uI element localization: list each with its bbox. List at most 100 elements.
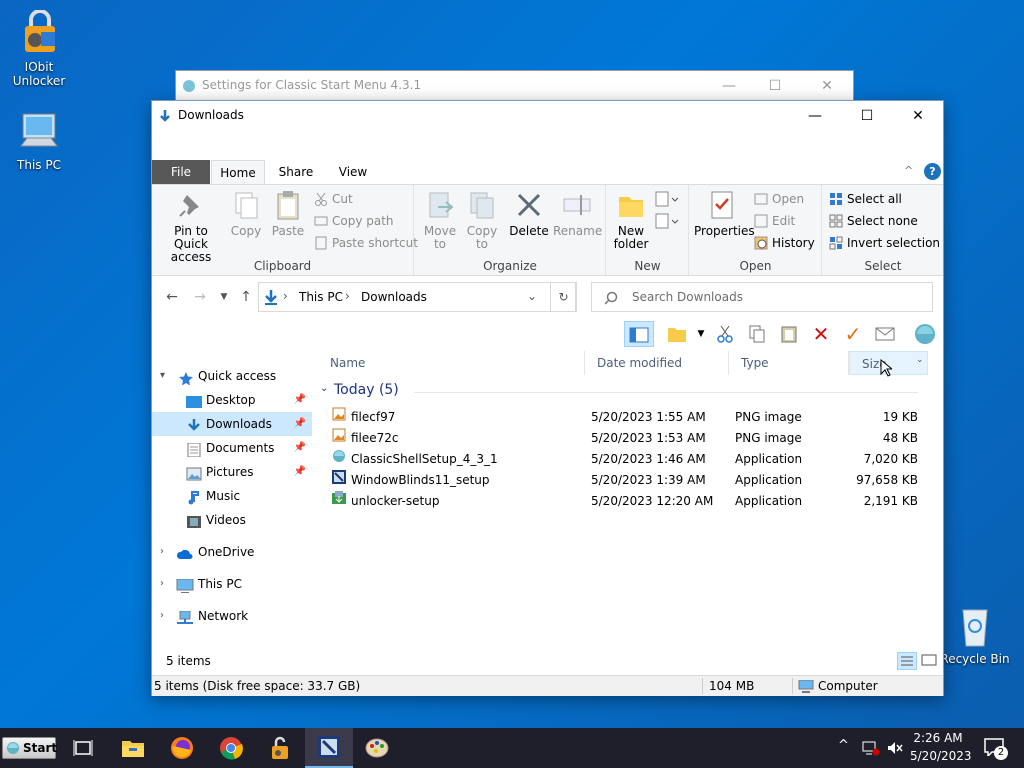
background-settings-window[interactable]: Settings for Classic Start Menu 4.3.1 — … [175,70,854,102]
taskbar-file-explorer[interactable] [109,728,157,768]
delete-button[interactable]: Delete [509,189,549,238]
file-row[interactable]: WindowBlinds11_setup 5/20/2023 1:39 AM A… [318,470,918,491]
group-header-today[interactable]: ⌄ Today (5) [318,381,928,403]
search-input[interactable]: Search Downloads [591,282,933,312]
tab-home[interactable]: Home [211,160,265,185]
volume-muted-icon[interactable] [886,740,904,756]
breadcrumb-this-pc[interactable]: This PC [299,290,343,304]
paste-button[interactable]: Paste [270,189,306,238]
open-button[interactable]: Open [754,189,804,209]
invert-selection-button[interactable]: Invert selection [829,233,940,253]
taskbar-paint[interactable] [354,728,402,768]
column-header-name[interactable]: Name [318,351,585,375]
desktop-icon-this-pc[interactable]: This PC [0,108,78,172]
nav-videos[interactable]: Videos [152,508,312,532]
copy-path-button[interactable]: Copy path [314,211,394,231]
network-status-icon[interactable] [862,740,880,756]
collapse-ribbon-button[interactable]: ^ [904,164,913,177]
taskbar-windowblinds[interactable] [305,728,353,768]
new-item-icon[interactable] [655,191,679,210]
nav-documents[interactable]: Documents 📌 [152,436,312,460]
large-icons-view-button[interactable] [920,652,940,670]
nav-this-pc[interactable]: › This PC [152,572,312,596]
rename-button[interactable]: Rename [553,189,602,238]
dropdown-chevron-icon[interactable]: ▼ [688,321,714,347]
group-collapse-chevron-icon[interactable]: ⌄ [320,383,328,394]
file-row[interactable]: unlocker-setup 5/20/2023 12:20 AM Applic… [318,491,918,512]
new-folder-button[interactable]: New folder [611,189,651,251]
email-icon[interactable] [872,321,898,347]
pin-to-quick-access-button[interactable]: Pin to Quick access [156,189,226,264]
classic-shell-settings-icon[interactable] [912,321,938,347]
history-button[interactable]: History [754,233,815,253]
breadcrumb-downloads[interactable]: Downloads [361,290,427,304]
move-to-button[interactable]: Move to [421,189,459,251]
nav-quick-access[interactable]: ▾ Quick access [152,364,312,388]
tab-view[interactable]: View [328,160,378,184]
pin-icon: 📌 [293,394,306,405]
minimize-button[interactable]: — [706,75,752,97]
tab-share[interactable]: Share [271,160,321,184]
maximize-button[interactable]: ☐ [844,101,890,131]
expanded-chevron-icon[interactable]: ▾ [160,364,165,388]
edit-button[interactable]: Edit [754,211,795,231]
taskbar-iobit-unlocker[interactable] [256,728,304,768]
file-row[interactable]: ClassicShellSetup_4_3_1 5/20/2023 1:46 A… [318,449,918,470]
paste-shortcut-button[interactable]: Paste shortcut [314,233,418,253]
paste-icon[interactable] [776,321,802,347]
delete-x-icon[interactable]: ✕ [808,321,834,347]
png-image-icon [332,428,346,442]
action-center-button[interactable]: 2 [978,734,1014,762]
up-button[interactable]: ↑ [236,287,256,307]
taskbar-firefox[interactable] [158,728,206,768]
nav-downloads[interactable]: Downloads 📌 [152,412,312,436]
taskbar-chrome[interactable] [207,728,255,768]
forward-button[interactable]: → [190,287,210,307]
address-bar[interactable]: › This PC › Downloads ⌄ [258,282,576,312]
copy-to-button[interactable]: Copy to [463,189,501,251]
copy-button[interactable]: Copy [228,189,264,238]
cut-button[interactable]: Cut [314,189,353,209]
properties-checkmark-icon[interactable]: ✓ [840,321,866,347]
folder-options-icon[interactable] [664,321,690,347]
title-bar[interactable]: Downloads — ☐ ✕ [152,101,943,131]
nav-pictures[interactable]: Pictures 📌 [152,460,312,484]
collapsed-chevron-icon[interactable]: › [160,604,164,628]
start-button[interactable]: Start [2,737,57,759]
desktop-icon-iobit-unlocker[interactable]: IObit Unlocker [0,9,78,88]
file-row[interactable]: filee72c 5/20/2023 1:53 AM PNG image 48 … [318,428,918,449]
details-view-button[interactable] [897,652,917,670]
tab-file[interactable]: File [152,160,210,184]
clock-time[interactable]: 2:26 AM [910,731,966,745]
properties-button[interactable]: Properties [694,189,755,238]
close-button[interactable]: ✕ [895,101,941,131]
close-button[interactable]: ✕ [804,75,850,97]
desktop-icon-recycle-bin[interactable]: Recycle Bin [936,602,1014,666]
nav-desktop[interactable]: Desktop 📌 [152,388,312,412]
select-none-button[interactable]: Select none [829,211,918,231]
select-all-button[interactable]: Select all [829,189,902,209]
recent-locations-chevron-icon[interactable]: ▼ [214,287,234,307]
maximize-button[interactable]: ☐ [752,75,798,97]
copy-icon[interactable] [744,321,770,347]
show-hidden-icons-chevron-icon[interactable]: ^ [838,738,849,753]
file-row[interactable]: filecf97 5/20/2023 1:55 AM PNG image 19 … [318,407,918,428]
column-header-date-modified[interactable]: Date modified [585,351,729,375]
minimize-button[interactable]: — [792,101,838,131]
sort-dropdown-chevron-icon[interactable]: ⌄ [916,355,924,365]
preview-pane-button[interactable] [624,321,654,347]
nav-network[interactable]: › Network [152,604,312,628]
clock-date[interactable]: 5/20/2023 [910,749,972,763]
nav-onedrive[interactable]: › OneDrive [152,540,312,564]
collapsed-chevron-icon[interactable]: › [160,540,164,564]
easy-access-icon[interactable] [655,213,679,232]
refresh-button[interactable]: ↻ [550,282,577,312]
cut-scissors-icon[interactable] [712,321,738,347]
collapsed-chevron-icon[interactable]: › [160,572,164,596]
help-button[interactable]: ? [924,163,941,180]
column-header-type[interactable]: Type [729,351,849,375]
nav-music[interactable]: Music [152,484,312,508]
address-dropdown-chevron-icon[interactable]: ⌄ [527,289,537,303]
back-button[interactable]: ← [162,287,182,307]
task-view-button[interactable] [59,728,107,768]
